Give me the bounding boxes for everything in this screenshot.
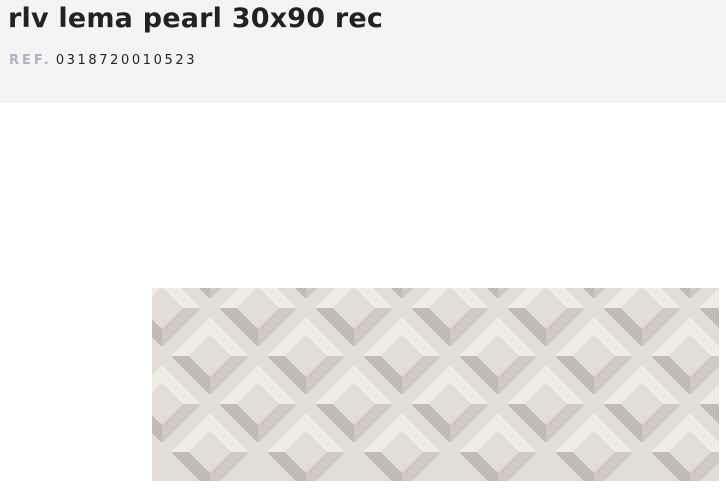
- reference-number: 0318720010523: [55, 53, 198, 68]
- product-reference: REF. 0318720010523: [9, 53, 197, 69]
- tile-product-image[interactable]: [152, 288, 719, 481]
- product-header: rlv lema pearl 30x90 rec REF. 03187200105…: [0, 0, 726, 103]
- tile-relief-pattern: [152, 288, 719, 481]
- reference-label: REF.: [9, 53, 52, 68]
- product-title: rlv lema pearl 30x90 rec: [8, 3, 384, 34]
